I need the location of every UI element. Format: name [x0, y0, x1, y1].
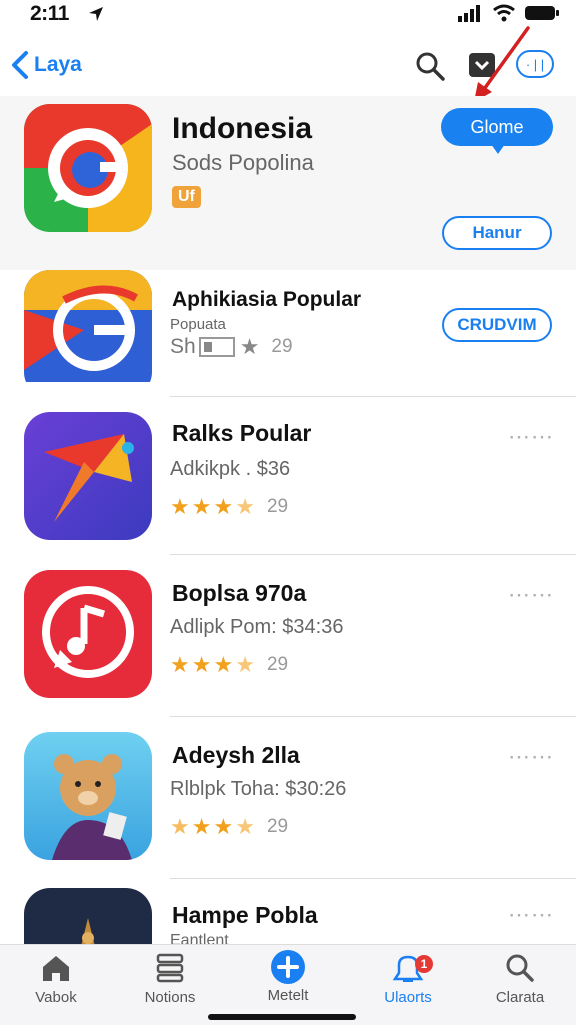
tab-label: Notions — [144, 989, 196, 1006]
row-title: Hampe Pobla — [172, 902, 318, 928]
star-icon: ★ — [213, 814, 234, 839]
navigation-bar: Laya · | | — [0, 26, 576, 102]
back-label: Laya — [34, 53, 82, 76]
divider — [170, 878, 576, 879]
app-icon-boplsa — [24, 570, 152, 698]
status-bar: 2:11 — [0, 0, 576, 28]
image-glitch-icon — [198, 337, 235, 357]
star-icon: ★ — [170, 494, 190, 519]
star-icon: ★ — [191, 494, 212, 519]
row-subtitle: Rlblpk Toha: $30:26 — [170, 778, 347, 800]
back-button[interactable]: Laya — [10, 50, 82, 80]
get-button[interactable]: Glome — [441, 108, 553, 154]
app-icon-indonesia[interactable] — [24, 104, 152, 232]
status-time: 2:11 — [30, 2, 69, 25]
star-icon: ★ — [213, 494, 234, 519]
row-title: Ralks Poular — [172, 420, 312, 446]
temple-icon — [24, 888, 152, 944]
wifi-icon — [493, 4, 515, 22]
chevron-left-icon — [12, 51, 28, 79]
row-stars: ★ ★ ★ ★ 29 — [170, 652, 288, 678]
stack-icon — [156, 953, 184, 983]
search-icon — [506, 954, 534, 982]
tab-bar: Vabok Notions Metelt 1 Ulaorts Clarata — [0, 944, 576, 1025]
tab-label: Metelt — [267, 987, 309, 1004]
bird-arrow-icon — [24, 412, 152, 540]
half-star-icon: ★ — [235, 652, 255, 677]
header-subtitle: Sods Popolina — [172, 150, 314, 175]
row-subtitle: Popuata — [170, 316, 226, 333]
list-item[interactable]: Adeysh 2lla Rlblpk Toha: $30:26 ★ ★ ★ ★ 29 … — [0, 718, 576, 879]
open-button[interactable]: Hanur — [442, 216, 552, 250]
half-star-icon: ★ — [235, 814, 255, 839]
list-item[interactable]: Boplsa 970a Adlipk Pom: $34:36 ★ ★ ★ ★ 29 ⋯… — [0, 556, 576, 717]
app-icon-hampe — [24, 888, 152, 944]
row-rating: 29 — [266, 496, 289, 517]
location-arrow-icon — [89, 7, 103, 21]
more-options-icon[interactable]: ⋯⋯ — [508, 902, 554, 928]
swirl-g-icon — [24, 270, 152, 382]
more-options-icon[interactable]: ⋯⋯ — [508, 744, 554, 770]
star-icon: ★ — [191, 814, 212, 839]
list-item[interactable]: Ralks Poular Adkikpk . $36 ★ ★ ★ ★ 29 ⋯⋯ — [0, 396, 576, 556]
home-icon — [43, 956, 69, 981]
divider — [170, 554, 576, 555]
download-button-label: CRUDVIM — [457, 315, 537, 334]
tab-label: Clarata — [495, 989, 545, 1006]
row-subtitle: Eantlent — [170, 932, 229, 944]
row-stars: ★ ★ ★ ★ 29 — [170, 494, 288, 520]
bear-mascot-icon — [24, 732, 152, 860]
star-icon: ★ — [239, 334, 260, 359]
star-icon: ★ — [170, 814, 190, 839]
get-button-label: Glome — [470, 116, 524, 137]
half-star-icon: ★ — [235, 494, 255, 519]
download-button[interactable]: CRUDVIM — [442, 308, 552, 342]
tab-metelt[interactable]: Metelt — [238, 950, 338, 1015]
chat-globe-icon — [24, 104, 152, 232]
row-stars: ★ ★ ★ ★ 29 — [170, 814, 288, 840]
more-options-icon[interactable]: ⋯⋯ — [508, 582, 554, 608]
row-title: Aphikiasia Popular — [172, 288, 362, 311]
row-rating: 29 — [266, 654, 289, 675]
status-icons — [458, 4, 560, 22]
search-icon[interactable] — [414, 50, 446, 82]
row-subtitle: Adlipk Pom: $34:36 — [170, 616, 344, 638]
plus-circle-icon — [271, 950, 305, 984]
row-rating: 29 — [271, 336, 293, 357]
row-rating: 29 — [266, 816, 289, 837]
notification-badge: 1 — [415, 955, 433, 973]
tab-clarata[interactable]: Clarata — [470, 953, 570, 1015]
divider — [170, 716, 576, 717]
red-arrow-annotation — [474, 26, 530, 102]
header-title: Indonesia — [172, 112, 313, 145]
signal-icon — [458, 5, 480, 22]
tab-vabok[interactable]: Vabok — [6, 953, 106, 1015]
star-icon: ★ — [170, 652, 190, 677]
row-title: Boplsa 970a — [172, 580, 307, 606]
row-title: Adeysh 2lla — [172, 742, 300, 768]
battery-icon — [525, 6, 559, 20]
age-badge: Uf — [172, 186, 201, 208]
open-button-label: Hanur — [472, 223, 522, 242]
app-icon-aphikiasia — [24, 270, 152, 398]
tooltip-pointer — [491, 144, 505, 154]
home-indicator — [208, 1014, 356, 1020]
more-options-icon[interactable]: ⋯⋯ — [508, 424, 554, 450]
row-meta: Sh — [170, 335, 196, 358]
star-icon: ★ — [213, 652, 234, 677]
tab-ulaorts[interactable]: 1 Ulaorts — [358, 953, 458, 1015]
row-subtitle: Adkikpk . $36 — [170, 458, 291, 480]
tab-label: Vabok — [35, 989, 77, 1006]
tab-notions[interactable]: Notions — [120, 953, 220, 1015]
list-item[interactable]: Hampe Pobla Eantlent ⋯⋯ — [0, 880, 576, 944]
row-rating-line: Sh ★ 29 — [170, 334, 293, 360]
tab-label: Ulaorts — [384, 989, 432, 1006]
app-icon-adeysh — [24, 732, 152, 860]
star-icon: ★ — [191, 652, 212, 677]
music-chat-icon — [24, 570, 152, 698]
app-icon-ralks — [24, 412, 152, 540]
